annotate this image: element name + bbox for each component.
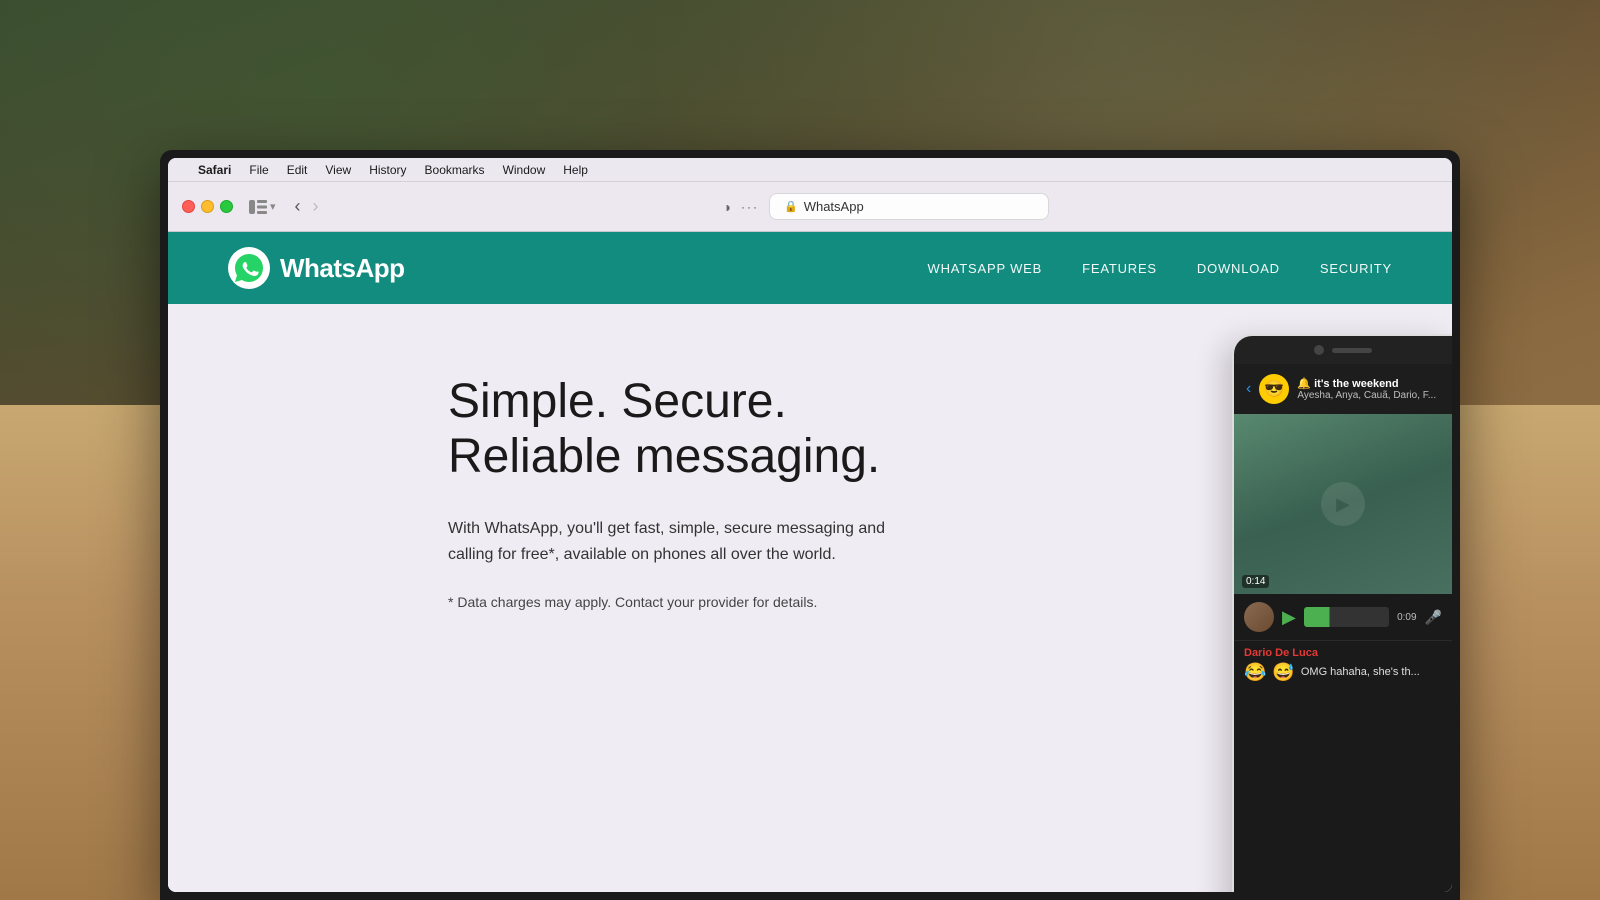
notification-bell: 🔔 [1297,378,1311,390]
notification-subtitle: Ayesha, Anya, Cauã, Dario, F... [1297,390,1440,401]
back-button[interactable]: ‹ [290,194,306,219]
traffic-lights [182,200,233,213]
macbook-frame: Safari File Edit View History Bookmarks … [160,150,1460,900]
hero-section: Simple. Secure. Reliable messaging. With… [168,304,1452,892]
dario-emoji-2: 😅 [1272,662,1294,683]
whatsapp-logo-text: WhatsApp [280,253,405,284]
hero-footnote: * Data charges may apply. Contact your p… [448,592,888,613]
notification-title: 🔔 it's the weekend [1297,377,1440,390]
privacy-icon: ◑ [723,199,731,215]
file-menu-item[interactable]: File [249,163,268,177]
minimize-window-button[interactable] [201,200,214,213]
hero-headline-line1: Simple. Secure. [448,375,787,428]
hero-body-text: With WhatsApp, you'll get fast, simple, … [448,516,888,567]
whatsapp-logo-icon [228,247,270,289]
website-content: WhatsApp WHATSAPP WEB FEATURES DOWNLOAD … [168,232,1452,892]
address-bar-area: ◑ ··· 🔒 WhatsApp [334,193,1438,220]
notification-back-arrow: ‹ [1246,380,1251,398]
voice-message-duration: 0:09 [1397,612,1416,623]
whatsapp-navbar: WhatsApp WHATSAPP WEB FEATURES DOWNLOAD … [168,232,1452,304]
sidebar-chevron-icon: ▾ [270,200,276,213]
phone-top-bar [1234,336,1452,364]
lock-icon: 🔒 [784,200,798,213]
address-bar[interactable]: 🔒 WhatsApp [769,193,1049,220]
video-thumbnail [1234,414,1452,594]
chat-notification-banner: ‹ 😎 🔔 it's the weekend Ayesha, Anya, Cau… [1234,364,1452,414]
macos-window: Safari File Edit View History Bookmarks … [168,158,1452,892]
tab-overview-icon: ··· [741,200,759,214]
phone-mockup: ‹ 😎 🔔 it's the weekend Ayesha, Anya, Cau… [1232,334,1452,892]
hero-headline-line2: Reliable messaging. [448,430,880,483]
history-menu-item[interactable]: History [369,163,406,177]
window-menu-item[interactable]: Window [503,163,546,177]
whatsapp-logo-area: WhatsApp [228,247,405,289]
nav-features[interactable]: FEATURES [1082,261,1157,276]
dario-emoji-1: 😂 [1244,662,1266,683]
nav-security[interactable]: SECURITY [1320,261,1392,276]
phone-screen: ‹ 😎 🔔 it's the weekend Ayesha, Anya, Cau… [1234,364,1452,892]
nav-buttons: ‹ › [290,194,324,219]
notification-title-text: it's the weekend [1314,378,1399,390]
safari-toolbar: ▾ ‹ › ◑ ··· 🔒 WhatsApp [168,182,1452,232]
video-duration: 0:14 [1242,575,1269,588]
dario-message-text: OMG hahaha, she's th... [1301,665,1420,680]
hero-text-block: Simple. Secure. Reliable messaging. With… [448,374,888,613]
hero-headline: Simple. Secure. Reliable messaging. [448,374,888,484]
view-menu-item[interactable]: View [325,163,351,177]
whatsapp-nav-links: WHATSAPP WEB FEATURES DOWNLOAD SECURITY [928,261,1392,276]
close-window-button[interactable] [182,200,195,213]
edit-menu-item[interactable]: Edit [287,163,308,177]
macos-menubar: Safari File Edit View History Bookmarks … [168,158,1452,182]
voice-message-avatar [1244,602,1274,632]
dario-message-area: Dario De Luca 😂 😅 OMG hahaha, she's th..… [1234,640,1452,689]
phone-video-area: ▶ 0:14 [1234,414,1452,594]
notification-emoji: 😎 [1264,379,1284,399]
notification-text: 🔔 it's the weekend Ayesha, Anya, Cauã, D… [1297,377,1440,401]
nav-whatsapp-web[interactable]: WHATSAPP WEB [928,261,1043,276]
phone-camera [1314,345,1324,355]
maximize-window-button[interactable] [220,200,233,213]
dario-sender-name: Dario De Luca [1244,647,1442,659]
forward-button[interactable]: › [308,194,324,219]
sidebar-toggle-button[interactable]: ▾ [249,200,276,214]
safari-menu-item[interactable]: Safari [198,163,231,177]
voice-message-waveform [1304,607,1389,627]
microphone-icon: 🎤 [1425,609,1442,626]
nav-download[interactable]: DOWNLOAD [1197,261,1280,276]
help-menu-item[interactable]: Help [563,163,588,177]
voice-message-area: ▶ 0:09 🎤 [1234,594,1452,640]
notification-group-icon: 😎 [1259,374,1289,404]
url-text: WhatsApp [804,199,864,214]
voice-message-play-button[interactable]: ▶ [1282,607,1296,628]
bookmarks-menu-item[interactable]: Bookmarks [425,163,485,177]
phone-speaker [1332,348,1372,353]
